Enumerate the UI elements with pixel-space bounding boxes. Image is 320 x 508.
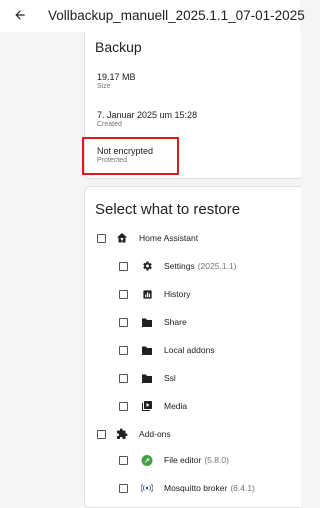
home-assistant-checkbox[interactable]: [97, 233, 106, 243]
history-label: History: [164, 289, 191, 299]
home-assistant-icon: [116, 232, 128, 244]
restore-item-settings[interactable]: Settings (2025.1.1): [119, 257, 236, 275]
wrench-icon: [141, 454, 153, 466]
restore-card-title: Select what to restore: [95, 201, 241, 218]
backup-created-value: 7. Januar 2025 um 15:28: [97, 110, 198, 120]
file-editor-version: (5.8.0): [204, 455, 229, 465]
restore-item-ssl[interactable]: Ssl: [119, 369, 176, 387]
file-editor-checkbox[interactable]: [119, 455, 128, 465]
puzzle-icon: [116, 428, 128, 440]
backup-size-value: 19.17 MB: [97, 72, 136, 82]
folder-icon: [141, 316, 153, 328]
settings-version: (2025.1.1): [197, 261, 237, 271]
addons-label: Add-ons: [139, 429, 171, 439]
ssl-checkbox[interactable]: [119, 373, 128, 383]
back-button[interactable]: [10, 7, 30, 27]
broadcast-icon: [141, 482, 153, 494]
mosquitto-version: (6.4.1): [230, 483, 255, 493]
arrow-left-icon: [13, 8, 27, 27]
chart-icon: [141, 288, 153, 300]
share-checkbox[interactable]: [119, 317, 128, 327]
mosquitto-label: Mosquitto broker: [164, 483, 228, 493]
backup-card-title: Backup: [95, 39, 142, 55]
file-editor-label: File editor: [164, 455, 202, 465]
folder-icon: [141, 344, 153, 356]
mosquitto-checkbox[interactable]: [119, 483, 128, 493]
history-checkbox[interactable]: [119, 289, 128, 299]
addons-checkbox[interactable]: [97, 429, 106, 439]
local-addons-checkbox[interactable]: [119, 345, 128, 355]
backup-size-label: Size: [97, 83, 111, 90]
home-assistant-label: Home Assistant: [139, 233, 199, 243]
addon-item-mosquitto[interactable]: Mosquitto broker (6.4.1): [119, 479, 255, 497]
gear-icon: [141, 260, 153, 272]
settings-checkbox[interactable]: [119, 261, 128, 271]
addon-item-file-editor[interactable]: File editor (5.8.0): [119, 451, 229, 469]
folder-icon: [141, 372, 153, 384]
settings-label: Settings: [164, 261, 195, 271]
local-addons-label: Local addons: [164, 345, 215, 355]
home-assistant-row[interactable]: Home Assistant: [97, 229, 198, 247]
restore-item-history[interactable]: History: [119, 285, 190, 303]
media-icon: [141, 400, 153, 412]
restore-item-local-addons[interactable]: Local addons: [119, 341, 215, 359]
ssl-label: Ssl: [164, 373, 176, 383]
restore-selection-card: Select what to restore Home Assistant Se…: [84, 186, 301, 508]
media-label: Media: [164, 401, 188, 411]
top-app-bar: Vollbackup_manuell_2025.1.1_07-01-2025: [0, 0, 305, 32]
addons-row[interactable]: Add-ons: [97, 425, 171, 443]
media-checkbox[interactable]: [119, 401, 128, 411]
restore-item-share[interactable]: Share: [119, 313, 187, 331]
page-title: Vollbackup_manuell_2025.1.1_07-01-2025: [48, 8, 305, 23]
backup-created-label: Created: [97, 121, 122, 128]
highlight-annotation: [82, 137, 179, 175]
restore-item-media[interactable]: Media: [119, 397, 187, 415]
share-label: Share: [164, 317, 187, 327]
